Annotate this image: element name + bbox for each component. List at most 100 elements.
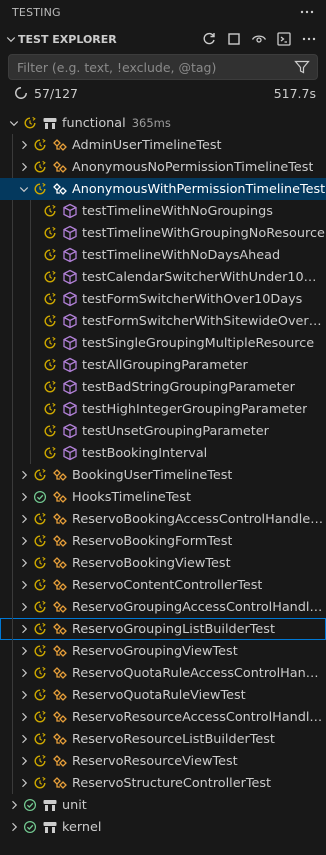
test-label: AdminUserTimelineTest <box>72 137 222 153</box>
testing-pane: TESTING TEST EXPLORER Filter (e.g. text,… <box>0 0 326 855</box>
running-icon <box>32 599 48 615</box>
test-explorer-header[interactable]: TEST EXPLORER <box>0 24 326 54</box>
chevron-right-icon[interactable] <box>16 511 32 527</box>
test-label: ReservoQuotaRuleAccessControlHandler... <box>72 665 326 681</box>
chevron-down-icon[interactable] <box>16 181 32 197</box>
tree-item-class[interactable]: BookingUserTimelineTest <box>0 464 326 486</box>
tree-item-folder[interactable]: unit <box>0 794 326 816</box>
chevron-right-icon[interactable] <box>16 599 32 615</box>
running-icon <box>42 357 58 373</box>
test-label: ReservoBookingAccessControlHandlerTest <box>72 511 326 527</box>
tree-item-class[interactable]: ReservoQuotaRuleViewTest <box>0 684 326 706</box>
tree-item-method[interactable]: testFormSwitcherWithOver10Days <box>0 288 326 310</box>
chevron-right-icon[interactable] <box>16 643 32 659</box>
section-title: TEST EXPLORER <box>18 32 117 46</box>
chevron-down-icon[interactable] <box>4 28 18 50</box>
indent-guide <box>30 354 31 376</box>
tree-item-method[interactable]: testHighIntegerGroupingParameter <box>0 398 326 420</box>
running-icon <box>32 709 48 725</box>
class-icon <box>52 159 68 175</box>
indent-guide <box>12 442 13 464</box>
chevron-right-icon[interactable] <box>16 137 32 153</box>
test-label: ReservoGroupingAccessControlHandlerT... <box>72 599 326 615</box>
tree-item-method[interactable]: testUnsetGroupingParameter <box>0 420 326 442</box>
tree-item-class[interactable]: AnonymousNoPermissionTimelineTest <box>0 156 326 178</box>
class-icon <box>52 731 68 747</box>
more-actions-icon[interactable] <box>298 28 320 50</box>
tree-item-class[interactable]: ReservoResourceAccessControlHandlerTe... <box>0 706 326 728</box>
terminal-icon[interactable] <box>273 28 295 50</box>
tree-item-method[interactable]: testAllGroupingParameter <box>0 354 326 376</box>
tree-item-folder[interactable]: functional 365ms <box>0 112 326 134</box>
tree-item-class[interactable]: ReservoBookingFormTest <box>0 530 326 552</box>
chevron-right-icon[interactable] <box>16 621 32 637</box>
tree-item-method[interactable]: testCalendarSwitcherWithUnder10Days <box>0 266 326 288</box>
tree-item-class[interactable]: AnonymousWithPermissionTimelineTest <box>0 178 326 200</box>
running-icon <box>42 379 58 395</box>
chevron-right-icon[interactable] <box>16 159 32 175</box>
method-icon <box>62 225 78 241</box>
tree-item-class[interactable]: ReservoBookingViewTest <box>0 552 326 574</box>
filter-input[interactable] <box>17 59 291 75</box>
tree-item-class[interactable]: ReservoStructureControllerTest <box>0 772 326 794</box>
chevron-right-icon[interactable] <box>16 489 32 505</box>
test-label: testFormSwitcherWithSitewideOver10D... <box>82 313 326 329</box>
tree-item-method[interactable]: testBadStringGroupingParameter <box>0 376 326 398</box>
class-icon <box>52 555 68 571</box>
test-label: BookingUserTimelineTest <box>72 467 233 483</box>
tree-item-method[interactable]: testTimelineWithGroupingNoResource <box>0 222 326 244</box>
tree-item-class[interactable]: ReservoResourceListBuilderTest <box>0 728 326 750</box>
tree-item-method[interactable]: testSingleGroupingMultipleResource <box>0 332 326 354</box>
indent-guide <box>12 134 13 156</box>
filter-icon[interactable] <box>291 56 313 78</box>
tree-item-class[interactable]: ReservoResourceViewTest <box>0 750 326 772</box>
indent-guide <box>12 200 13 222</box>
indent-guide <box>30 398 31 420</box>
chevron-right-icon[interactable] <box>16 577 32 593</box>
tree-item-class[interactable]: AdminUserTimelineTest <box>0 134 326 156</box>
running-icon <box>32 665 48 681</box>
method-icon <box>62 247 78 263</box>
chevron-right-icon[interactable] <box>6 797 22 813</box>
chevron-down-icon[interactable] <box>6 115 22 131</box>
chevron-right-icon[interactable] <box>16 687 32 703</box>
indent-guide <box>12 574 13 596</box>
tree-item-class[interactable]: ReservoQuotaRuleAccessControlHandler... <box>0 662 326 684</box>
tree-item-method[interactable]: testTimelineWithNoDaysAhead <box>0 244 326 266</box>
tree-item-method[interactable]: testTimelineWithNoGroupings <box>0 200 326 222</box>
stop-icon[interactable] <box>223 28 245 50</box>
test-label: ReservoGroupingListBuilderTest <box>72 621 275 637</box>
indent-guide <box>12 420 13 442</box>
tree-item-class[interactable]: ReservoGroupingAccessControlHandlerT... <box>0 596 326 618</box>
tree-item-class[interactable]: ReservoGroupingViewTest <box>0 640 326 662</box>
chevron-right-icon[interactable] <box>16 555 32 571</box>
class-icon <box>52 181 68 197</box>
more-actions-icon[interactable] <box>296 1 318 23</box>
chevron-right-icon[interactable] <box>16 709 32 725</box>
test-label: functional <box>62 115 126 131</box>
tree-item-class[interactable]: ReservoBookingAccessControlHandlerTest <box>0 508 326 530</box>
tree-item-class[interactable]: HooksTimelineTest <box>0 486 326 508</box>
tree-item-folder[interactable]: kernel <box>0 816 326 838</box>
chevron-right-icon[interactable] <box>16 665 32 681</box>
tree-item-method[interactable]: testFormSwitcherWithSitewideOver10D... <box>0 310 326 332</box>
chevron-right-icon[interactable] <box>16 533 32 549</box>
eye-icon[interactable] <box>248 28 270 50</box>
class-icon <box>52 489 68 505</box>
test-label: ReservoResourceViewTest <box>72 753 238 769</box>
refresh-icon[interactable] <box>198 28 220 50</box>
test-label: testBadStringGroupingParameter <box>82 379 295 395</box>
tree-item-class[interactable]: ReservoGroupingListBuilderTest <box>0 618 326 640</box>
chevron-right-icon[interactable] <box>6 819 22 835</box>
folder-icon <box>42 797 58 813</box>
chevron-right-icon[interactable] <box>16 753 32 769</box>
tree-item-method[interactable]: testBookingInterval <box>0 442 326 464</box>
chevron-right-icon[interactable] <box>16 731 32 747</box>
test-label: ReservoContentControllerTest <box>72 577 263 593</box>
chevron-right-icon[interactable] <box>16 775 32 791</box>
chevron-right-icon[interactable] <box>16 467 32 483</box>
running-icon <box>42 225 58 241</box>
tree-item-class[interactable]: ReservoContentControllerTest <box>0 574 326 596</box>
